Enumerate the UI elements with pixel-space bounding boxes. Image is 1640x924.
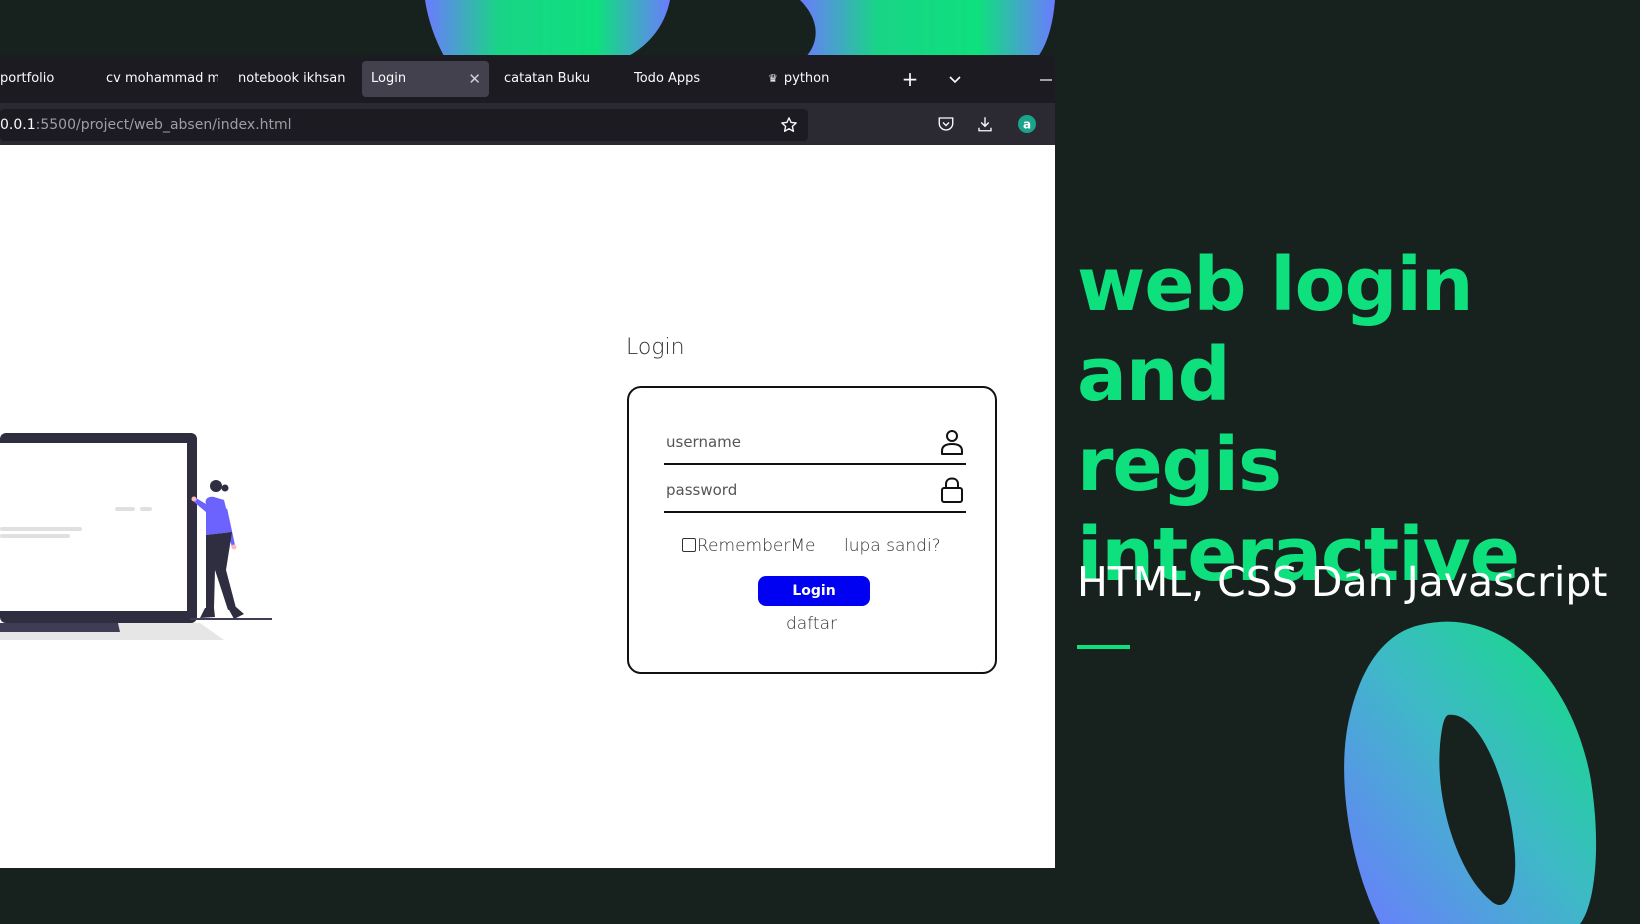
headline-line-1: web login and <box>1077 242 1474 418</box>
checkbox-box[interactable] <box>682 538 696 552</box>
tab-label: Todo Apps <box>634 71 701 86</box>
tab-cv-mohammad[interactable]: cv mohammad m <box>98 61 218 97</box>
browser-window: portfolio cv mohammad m notebook ikhsan … <box>0 55 1055 868</box>
tab-notebook-ikhsan[interactable]: notebook ikhsan <box>232 61 357 97</box>
remember-me-checkbox[interactable]: RememberMe <box>682 536 815 556</box>
download-icon[interactable] <box>976 114 994 134</box>
banner-subheadline: HTML, CSS Dan Javascript <box>1077 558 1608 606</box>
lock-icon <box>941 477 963 503</box>
signup-link[interactable]: daftar <box>629 614 994 634</box>
tab-portfolio[interactable]: portfolio <box>0 61 90 97</box>
accent-dash <box>1077 645 1130 649</box>
laptop-illustration <box>0 433 272 640</box>
tab-label: python <box>783 71 830 86</box>
svg-text:a: a <box>1023 118 1031 132</box>
headline-line-2: regis <box>1077 422 1282 508</box>
tab-label: notebook ikhsan <box>238 71 346 86</box>
plus-icon[interactable]: + <box>895 61 925 97</box>
tab-todo-apps[interactable]: Todo Apps <box>628 61 753 97</box>
tab-catatan-buku[interactable]: catatan Buku <box>496 61 621 97</box>
tab-label: Login <box>371 71 407 86</box>
tab-label: portfolio <box>0 71 55 86</box>
decorative-blob-bottom <box>1344 621 1597 924</box>
forgot-password-link[interactable]: lupa sandi? <box>844 536 941 556</box>
star-icon[interactable] <box>780 116 798 134</box>
password-input[interactable] <box>664 471 926 509</box>
close-icon[interactable]: ✕ <box>468 61 481 97</box>
remember-me-label: RememberMe <box>697 536 816 556</box>
banner-headline: web login and regis interactive <box>1077 240 1637 600</box>
url-text: 0.0.1:5500/project/web_absen/index.html <box>0 117 292 133</box>
login-button[interactable]: Login <box>758 576 870 606</box>
username-field-group <box>664 423 966 465</box>
tab-bar: portfolio cv mohammad m notebook ikhsan … <box>0 55 1055 103</box>
tab-label: cv mohammad m <box>106 71 218 86</box>
url-field[interactable]: 0.0.1:5500/project/web_absen/index.html <box>0 109 808 141</box>
tab-python[interactable]: ♛ python <box>760 61 885 97</box>
minimize-icon[interactable] <box>1036 61 1056 97</box>
username-input[interactable] <box>664 423 926 461</box>
navigation-bar: 0.0.1:5500/project/web_absen/index.html … <box>0 103 1055 145</box>
decorative-blob-top <box>425 0 1055 58</box>
page-viewport: Login RememberMe lupa sandi? Login dafta… <box>0 150 1055 868</box>
password-field-group <box>664 471 966 513</box>
user-icon <box>941 430 963 455</box>
login-heading: Login <box>626 335 685 360</box>
tab-login[interactable]: Login ✕ <box>362 61 489 97</box>
chevron-down-icon[interactable] <box>940 61 970 97</box>
account-icon[interactable]: a <box>1017 114 1037 134</box>
crown-icon: ♛ <box>768 72 778 85</box>
tab-label: catatan Buku <box>504 71 591 86</box>
pocket-icon[interactable] <box>937 115 955 133</box>
login-form: RememberMe lupa sandi? Login daftar <box>627 386 997 674</box>
